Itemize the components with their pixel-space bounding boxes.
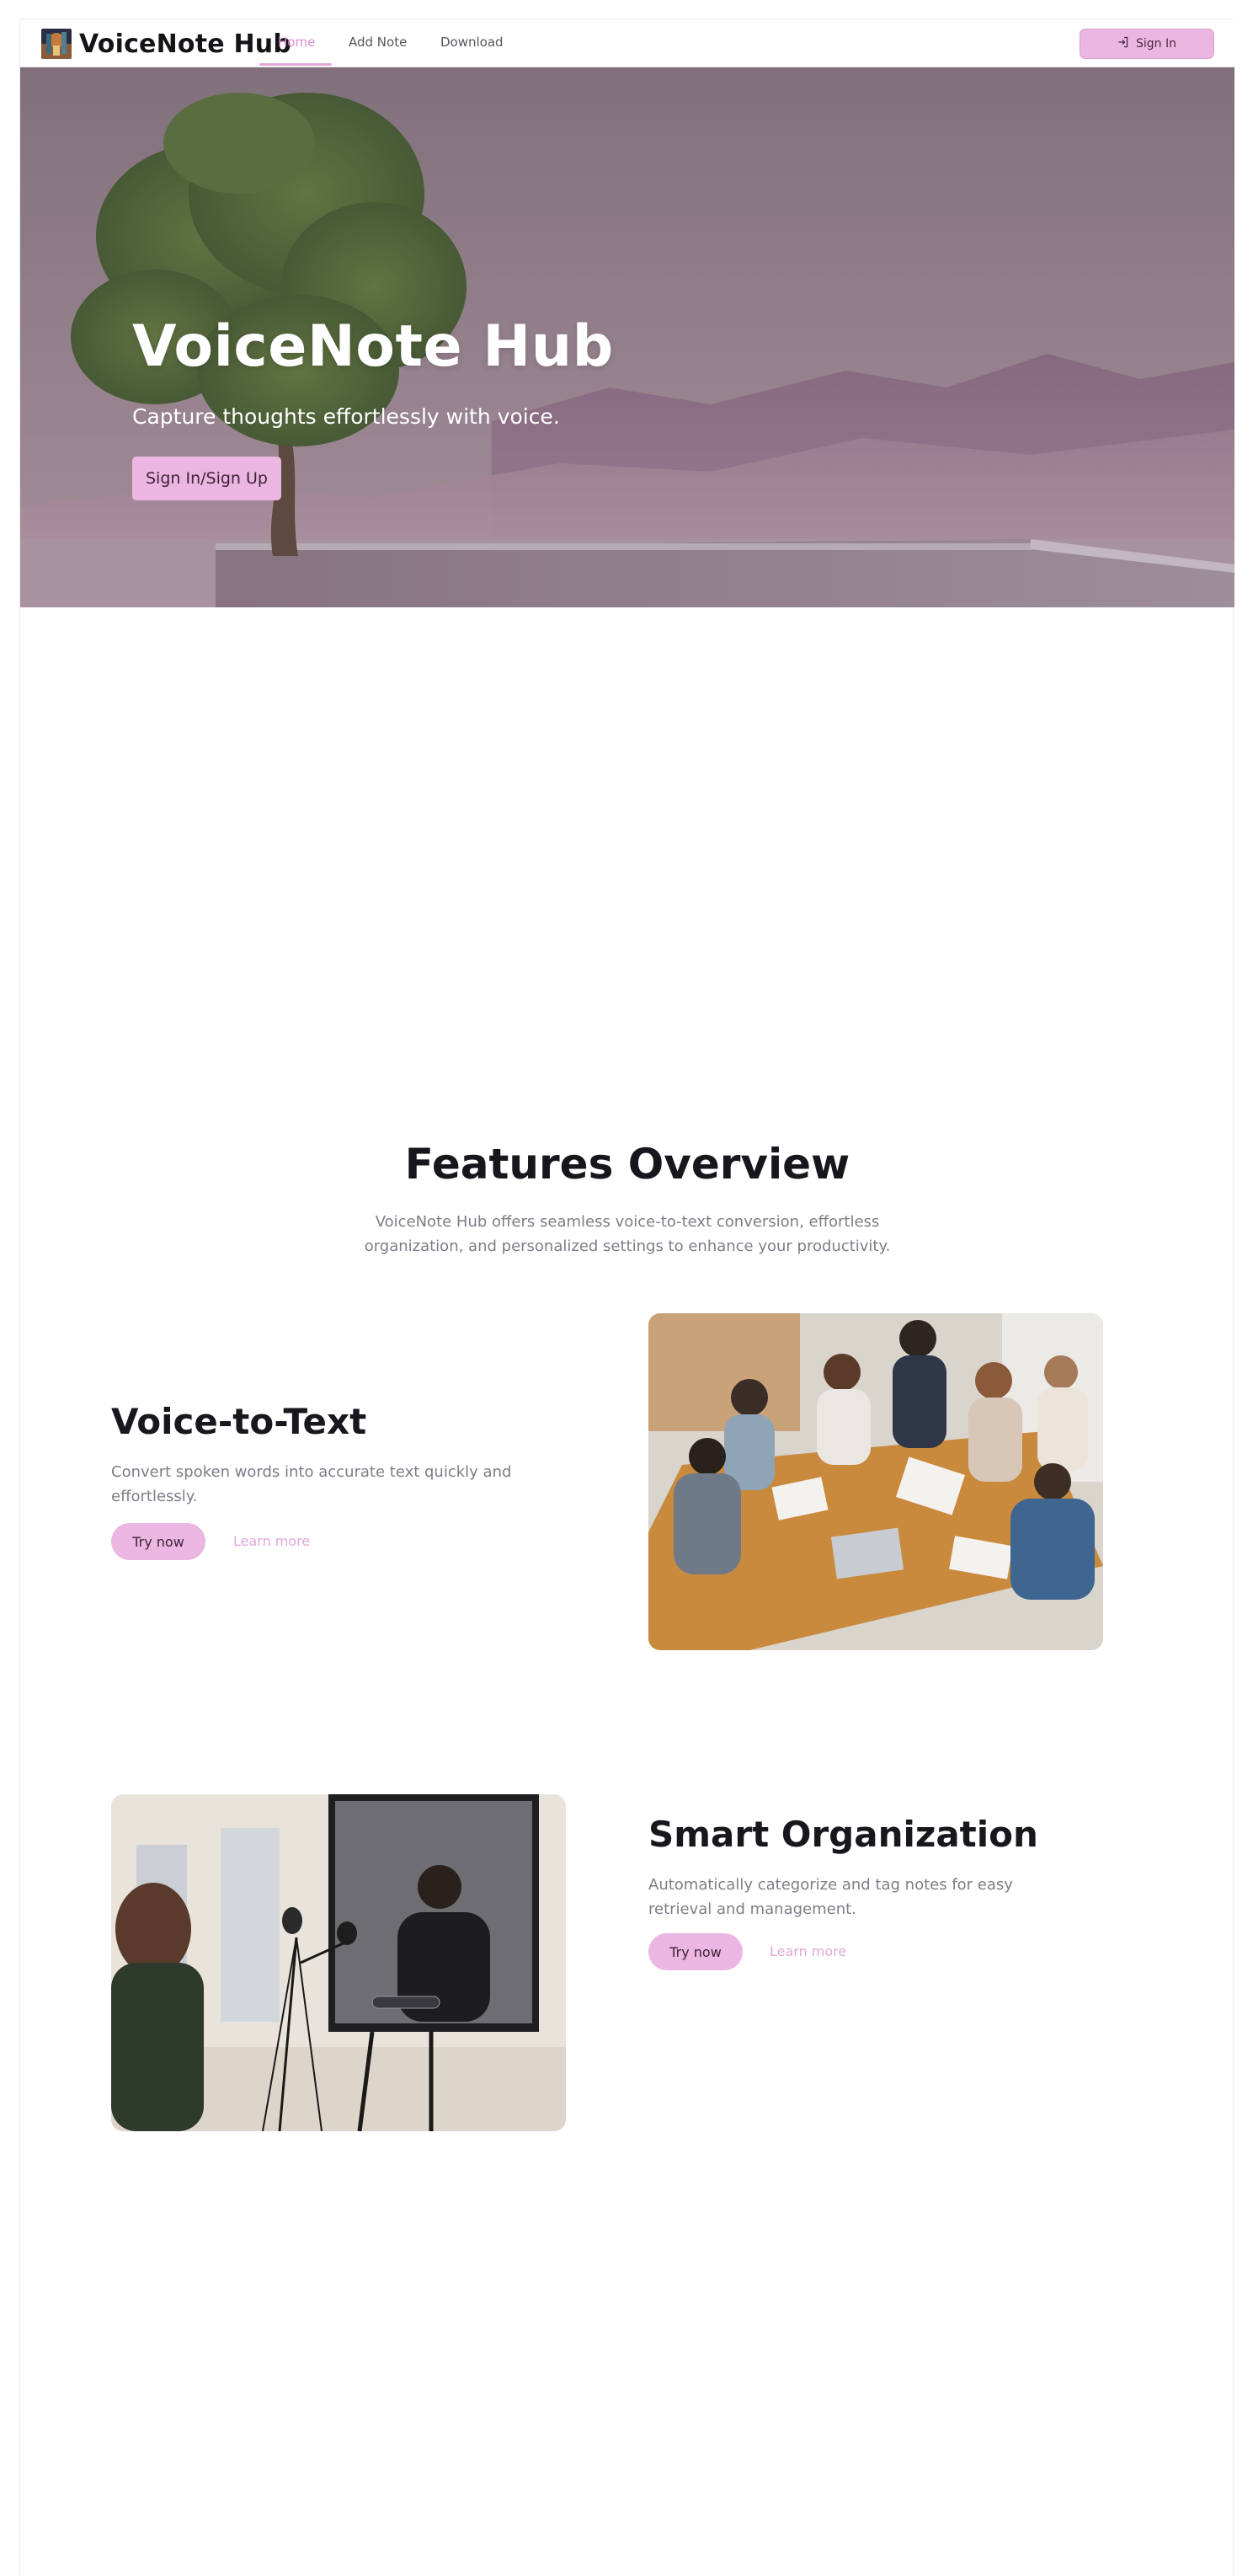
top-navbar: VoiceNote Hub Home Add Note Download Sig… (20, 19, 1234, 67)
presentation-photo (111, 1794, 566, 2131)
page-frame: VoiceNote Hub Home Add Note Download Sig… (19, 19, 1234, 2576)
nav-link-home[interactable]: Home (278, 35, 315, 50)
nav-active-indicator (259, 63, 332, 66)
features-title: Features Overview (404, 1140, 850, 1189)
sign-in-icon (1117, 36, 1129, 51)
features-description: VoiceNote Hub offers seamless voice-to-t… (364, 1213, 891, 1255)
meeting-photo (648, 1313, 1103, 1650)
hero-subtitle: Capture thoughts effortlessly with voice… (132, 404, 560, 429)
feature-description: Convert spoken words into accurate text … (111, 1463, 512, 1505)
try-now-button[interactable]: Try now (648, 1933, 743, 1970)
brand-name[interactable]: VoiceNote Hub (79, 29, 291, 59)
logo-image[interactable] (41, 29, 72, 59)
sign-in-button[interactable]: Sign In (1080, 29, 1214, 59)
feature-description: Automatically categorize and tag notes f… (648, 1876, 1013, 1918)
nav-link-add-note[interactable]: Add Note (349, 35, 407, 50)
hero-section: VoiceNote Hub Capture thoughts effortles… (20, 67, 1234, 607)
feature-title: Smart Organization (648, 1814, 1038, 1855)
hero-signin-signup-button[interactable]: Sign In/Sign Up (132, 457, 281, 500)
hero-title: VoiceNote Hub (132, 313, 614, 380)
nav-link-download[interactable]: Download (440, 35, 504, 50)
learn-more-link[interactable]: Learn more (233, 1533, 310, 1549)
feature-title: Voice-to-Text (111, 1401, 367, 1442)
try-now-button[interactable]: Try now (111, 1523, 205, 1560)
learn-more-link[interactable]: Learn more (770, 1943, 846, 1959)
sign-in-label: Sign In (1136, 37, 1176, 51)
